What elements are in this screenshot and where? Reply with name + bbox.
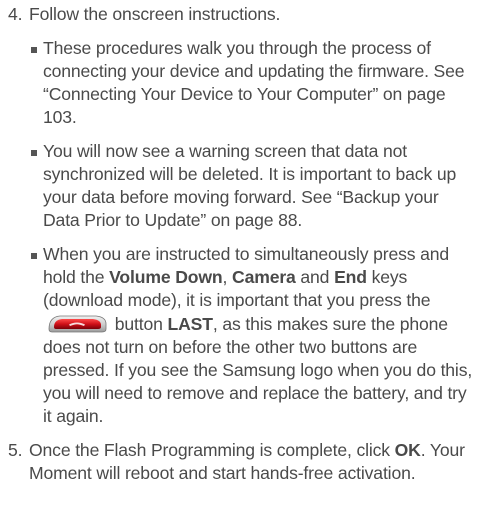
bullet-text-part: ,	[222, 267, 233, 287]
step-4: 4. Follow the onscreen instructions. The…	[0, 3, 475, 428]
step-4-text: Follow the onscreen instructions.	[29, 4, 281, 24]
volume-down-key-label: Volume Down	[109, 267, 223, 287]
square-bullet-icon	[31, 150, 37, 156]
bullet-text: These procedures walk you through the pr…	[43, 38, 465, 127]
step-5-number: 5.	[8, 440, 23, 460]
step-4-bullets: These procedures walk you through the pr…	[29, 37, 475, 428]
step-5-text-part: Once the Flash Programming is complete, …	[29, 440, 395, 460]
bullet-text-part: button	[110, 314, 168, 334]
bullet-text: You will now see a warning screen that d…	[43, 141, 457, 230]
end-call-key-icon	[48, 315, 107, 333]
step-5: 5. Once the Flash Programming is complet…	[0, 439, 475, 485]
step-4-number: 4.	[8, 4, 23, 24]
bullet-download-mode: When you are instructed to simultaneousl…	[29, 243, 475, 428]
square-bullet-icon	[31, 253, 37, 259]
end-key-label: End	[334, 267, 367, 287]
bullet-text-part: and	[295, 267, 335, 287]
document-page: 4. Follow the onscreen instructions. The…	[0, 0, 485, 512]
bullet-warning-screen: You will now see a warning screen that d…	[29, 140, 475, 232]
last-label: LAST	[167, 314, 213, 334]
bullet-connecting-device: These procedures walk you through the pr…	[29, 37, 475, 129]
ok-label: OK	[394, 440, 421, 460]
camera-key-label: Camera	[232, 267, 296, 287]
square-bullet-icon	[31, 47, 37, 53]
